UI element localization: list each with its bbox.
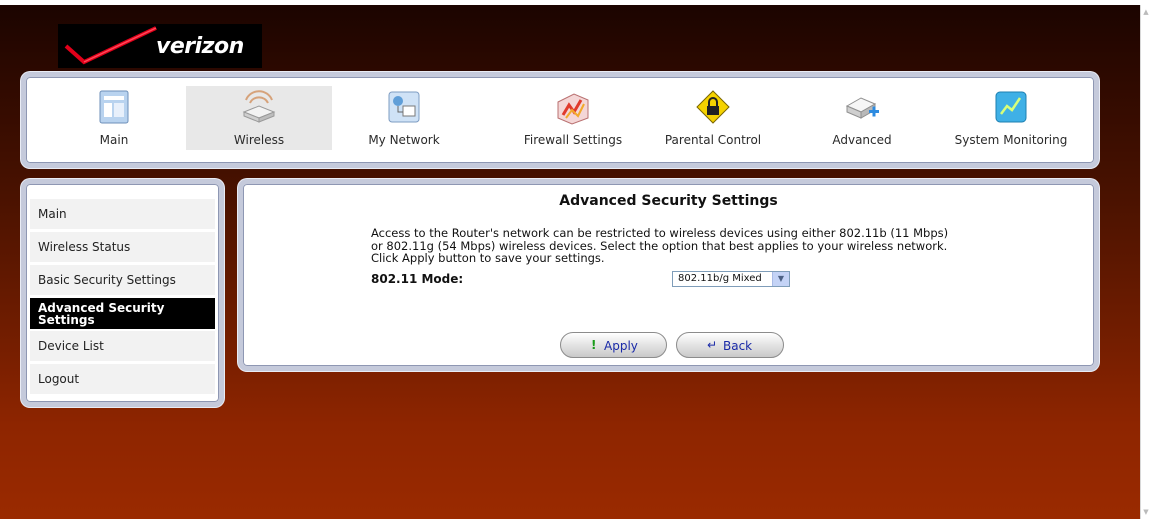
sidebar-item-wireless-status[interactable]: Wireless Status <box>30 232 215 262</box>
sidebar-item-label: Device List <box>38 339 104 353</box>
window-top-edge <box>0 0 1151 5</box>
lock-sign-icon <box>696 90 730 124</box>
sidebar-item-basic-security[interactable]: Basic Security Settings <box>30 265 215 295</box>
return-arrow-icon: ↵ <box>707 338 718 352</box>
nav-label: Firewall Settings <box>523 133 623 147</box>
sidebar-item-label: Advanced Security Settings <box>38 300 165 327</box>
nav-main[interactable]: Main <box>41 86 187 150</box>
nav-system-monitoring[interactable]: System Monitoring <box>938 86 1084 150</box>
description-text: Access to the Router's network can be re… <box>371 226 949 265</box>
sidebar-item-label: Basic Security Settings <box>38 273 176 287</box>
nav-label: System Monitoring <box>954 133 1068 147</box>
sidebar-item-label: Wireless Status <box>38 240 131 254</box>
mode-select[interactable]: 802.11b/g Mixed ▼ <box>672 271 790 287</box>
sidebar-item-logout[interactable]: Logout <box>30 364 215 394</box>
top-navigation: Main Wireless My Network Firewall Settin… <box>21 72 1099 168</box>
sidebar-item-main[interactable]: Main <box>30 199 215 229</box>
vertical-scrollbar[interactable]: ▲ ▼ <box>1140 5 1151 519</box>
nav-label: Advanced <box>832 133 892 147</box>
nav-my-network[interactable]: My Network <box>331 86 477 150</box>
nav-wireless[interactable]: Wireless <box>186 86 332 150</box>
apply-label: Apply <box>604 339 638 353</box>
content-panel: Advanced Security Settings Access to the… <box>238 179 1099 371</box>
mode-select-value: 802.11b/g Mixed <box>678 273 762 284</box>
scroll-up-icon[interactable]: ▲ <box>1142 7 1150 17</box>
firewall-icon <box>557 93 589 125</box>
brand-name: verizon <box>156 34 244 59</box>
wireless-router-icon <box>242 90 276 123</box>
page-title: Advanced Security Settings <box>559 193 778 209</box>
nav-parental-control[interactable]: Parental Control <box>640 86 786 150</box>
nav-label: Wireless <box>233 133 285 147</box>
nav-advanced[interactable]: Advanced <box>789 86 935 150</box>
exclamation-icon: ! <box>591 338 597 352</box>
system-monitor-icon <box>995 91 1027 123</box>
mode-label: 802.11 Mode: <box>371 272 464 286</box>
sidebar: Main Wireless Status Basic Security Sett… <box>21 179 224 407</box>
sidebar-item-label: Logout <box>38 372 80 386</box>
nav-firewall-settings[interactable]: Firewall Settings <box>500 86 646 150</box>
nav-label: Parental Control <box>664 133 762 147</box>
scroll-down-icon[interactable]: ▼ <box>1142 507 1150 517</box>
chevron-down-icon[interactable]: ▼ <box>772 272 789 286</box>
nav-label: Main <box>99 133 129 147</box>
verizon-logo: verizon <box>58 24 262 68</box>
network-icon <box>388 91 420 123</box>
sidebar-item-label: Main <box>38 207 67 221</box>
main-page-icon <box>99 90 129 124</box>
sidebar-item-advanced-security[interactable]: Advanced Security Settings <box>30 298 215 329</box>
nav-label: My Network <box>368 133 440 147</box>
back-button[interactable]: ↵ Back <box>676 332 784 358</box>
sidebar-item-device-list[interactable]: Device List <box>30 331 215 361</box>
advanced-settings-icon <box>845 97 879 119</box>
apply-button[interactable]: ! Apply <box>560 332 667 358</box>
back-label: Back <box>723 339 753 353</box>
